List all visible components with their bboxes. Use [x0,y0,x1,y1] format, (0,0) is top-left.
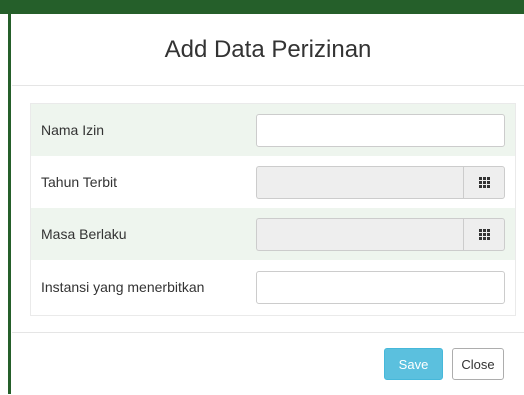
instansi-input[interactable] [256,271,505,304]
calendar-grid-icon [478,228,490,240]
instansi-label: Instansi yang menerbitkan [41,279,205,295]
nama-izin-input[interactable] [256,113,505,147]
tahun-terbit-input[interactable] [256,165,463,199]
background-left-line [8,14,11,394]
form-row-masa-berlaku: Masa Berlaku [31,208,515,260]
form-row-instansi: Instansi yang menerbitkan [31,260,515,315]
modal-header: Add Data Perizinan [12,14,524,86]
masa-berlaku-picker [256,217,505,251]
form-row-nama-izin: Nama Izin [31,104,515,156]
form-row-tahun-terbit: Tahun Terbit [31,156,515,208]
modal-title: Add Data Perizinan [164,35,372,63]
tahun-terbit-picker [256,165,505,199]
save-button[interactable]: Save [384,348,443,380]
close-button[interactable]: Close [452,348,504,380]
tahun-terbit-label: Tahun Terbit [41,173,118,190]
masa-berlaku-calendar-button[interactable] [463,217,505,251]
background-topbar [0,0,524,14]
masa-berlaku-input[interactable] [256,217,463,251]
form-table: Nama Izin Tahun Terbit Masa Berlaku Inst… [30,103,516,316]
tahun-terbit-calendar-button[interactable] [463,165,505,199]
modal-body: Nama Izin Tahun Terbit Masa Berlaku Inst… [12,86,524,333]
modal-footer: Save Close [12,332,524,395]
calendar-grid-icon [478,176,490,188]
add-data-modal: Add Data Perizinan Nama Izin Tahun Terbi… [12,14,524,394]
masa-berlaku-label: Masa Berlaku [41,225,127,242]
nama-izin-label: Nama Izin [41,121,105,138]
